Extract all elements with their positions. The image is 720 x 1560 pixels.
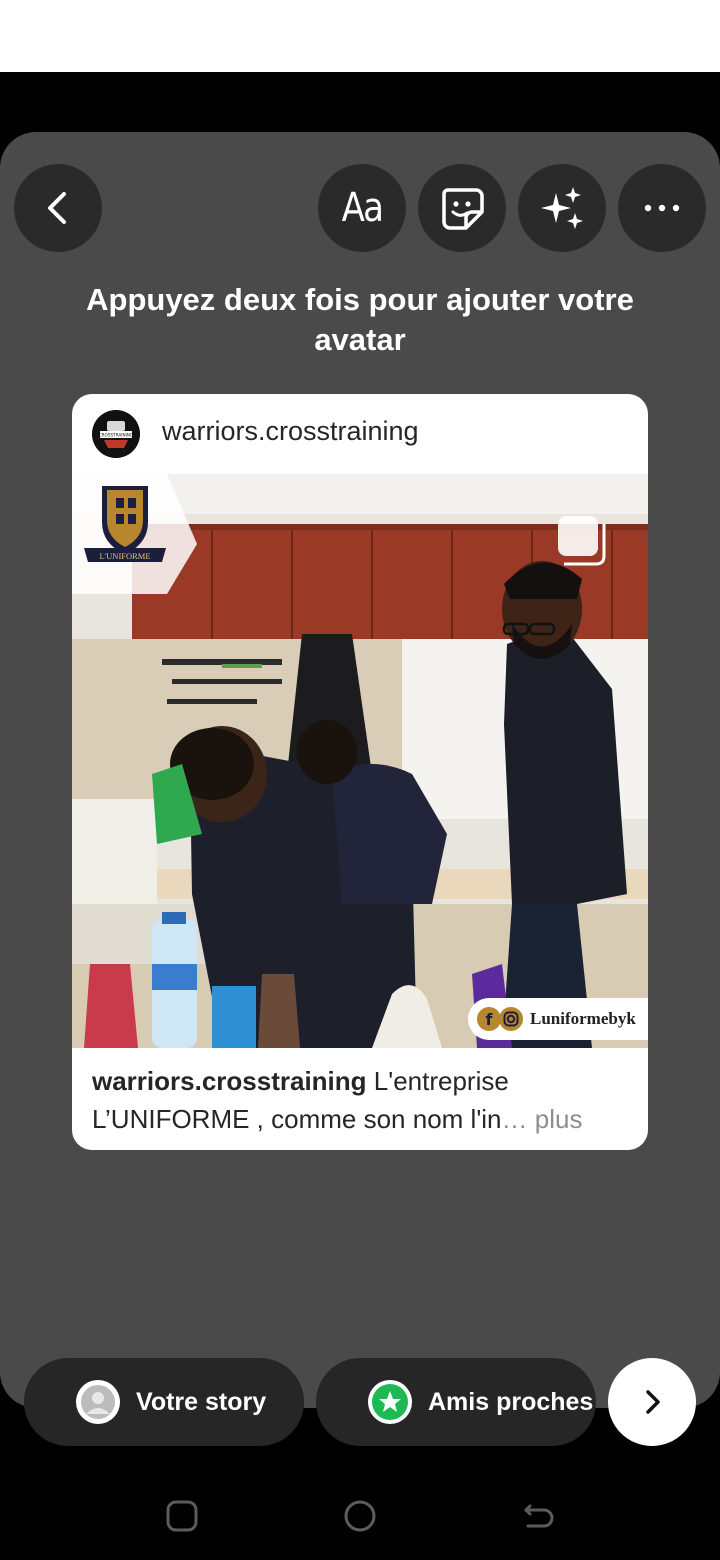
share-next-button[interactable] bbox=[608, 1358, 696, 1446]
sticker-icon bbox=[442, 188, 484, 230]
status-bar bbox=[0, 0, 720, 72]
effects-button[interactable] bbox=[518, 164, 606, 252]
avatar-hint-text: Appuyez deux fois pour ajouter votre ava… bbox=[86, 282, 634, 357]
more-horizontal-icon bbox=[644, 204, 680, 212]
more-options-button[interactable] bbox=[618, 164, 706, 252]
sticker-button[interactable] bbox=[418, 164, 506, 252]
caption-username[interactable]: warriors.crosstraining bbox=[92, 1066, 367, 1096]
recents-icon[interactable] bbox=[162, 1496, 202, 1536]
caption-more-link[interactable]: plus bbox=[535, 1104, 583, 1134]
home-icon[interactable] bbox=[340, 1496, 380, 1536]
watermark-handle: Luniformebyk bbox=[530, 1009, 636, 1028]
your-story-label: Votre story bbox=[136, 1387, 267, 1416]
close-friends-button[interactable]: Amis proches bbox=[316, 1358, 596, 1446]
back-icon[interactable] bbox=[518, 1496, 558, 1536]
your-story-button[interactable]: Votre story bbox=[24, 1358, 304, 1446]
avatar-logo-text: CROSSTRAINING bbox=[99, 433, 134, 438]
caption-ellipsis: … bbox=[501, 1104, 535, 1134]
post-username[interactable]: warriors.crosstraining bbox=[162, 416, 419, 447]
system-nav-bar bbox=[0, 1470, 720, 1560]
photo-watermark: f Luniformebyk bbox=[468, 998, 648, 1040]
chevron-right-icon bbox=[646, 1390, 660, 1414]
avatar: CROSSTRAINING bbox=[92, 410, 140, 458]
back-button[interactable] bbox=[14, 164, 102, 252]
sparkles-icon bbox=[541, 187, 583, 229]
photo-logo-text: L'UNIFORME bbox=[99, 551, 150, 561]
close-friends-label: Amis proches bbox=[428, 1387, 594, 1416]
text-tool-button[interactable]: Aa bbox=[318, 164, 406, 252]
post-header: CROSSTRAINING warriors.crosstraining bbox=[72, 394, 648, 474]
instagram-icon bbox=[499, 1007, 523, 1031]
chevron-left-icon bbox=[48, 192, 66, 224]
post-photo: L'UNIFORME f Luniformebyk bbox=[72, 474, 648, 1048]
close-friends-star-icon bbox=[368, 1380, 412, 1424]
shared-post-card[interactable]: CROSSTRAINING warriors.crosstraining L'U… bbox=[72, 394, 648, 1150]
svg-text:f: f bbox=[486, 1010, 494, 1029]
text-tool-label: Aa bbox=[341, 185, 384, 231]
post-caption: warriors.crosstraining L'entreprise L’UN… bbox=[92, 1062, 632, 1138]
your-story-avatar-icon bbox=[76, 1380, 120, 1424]
